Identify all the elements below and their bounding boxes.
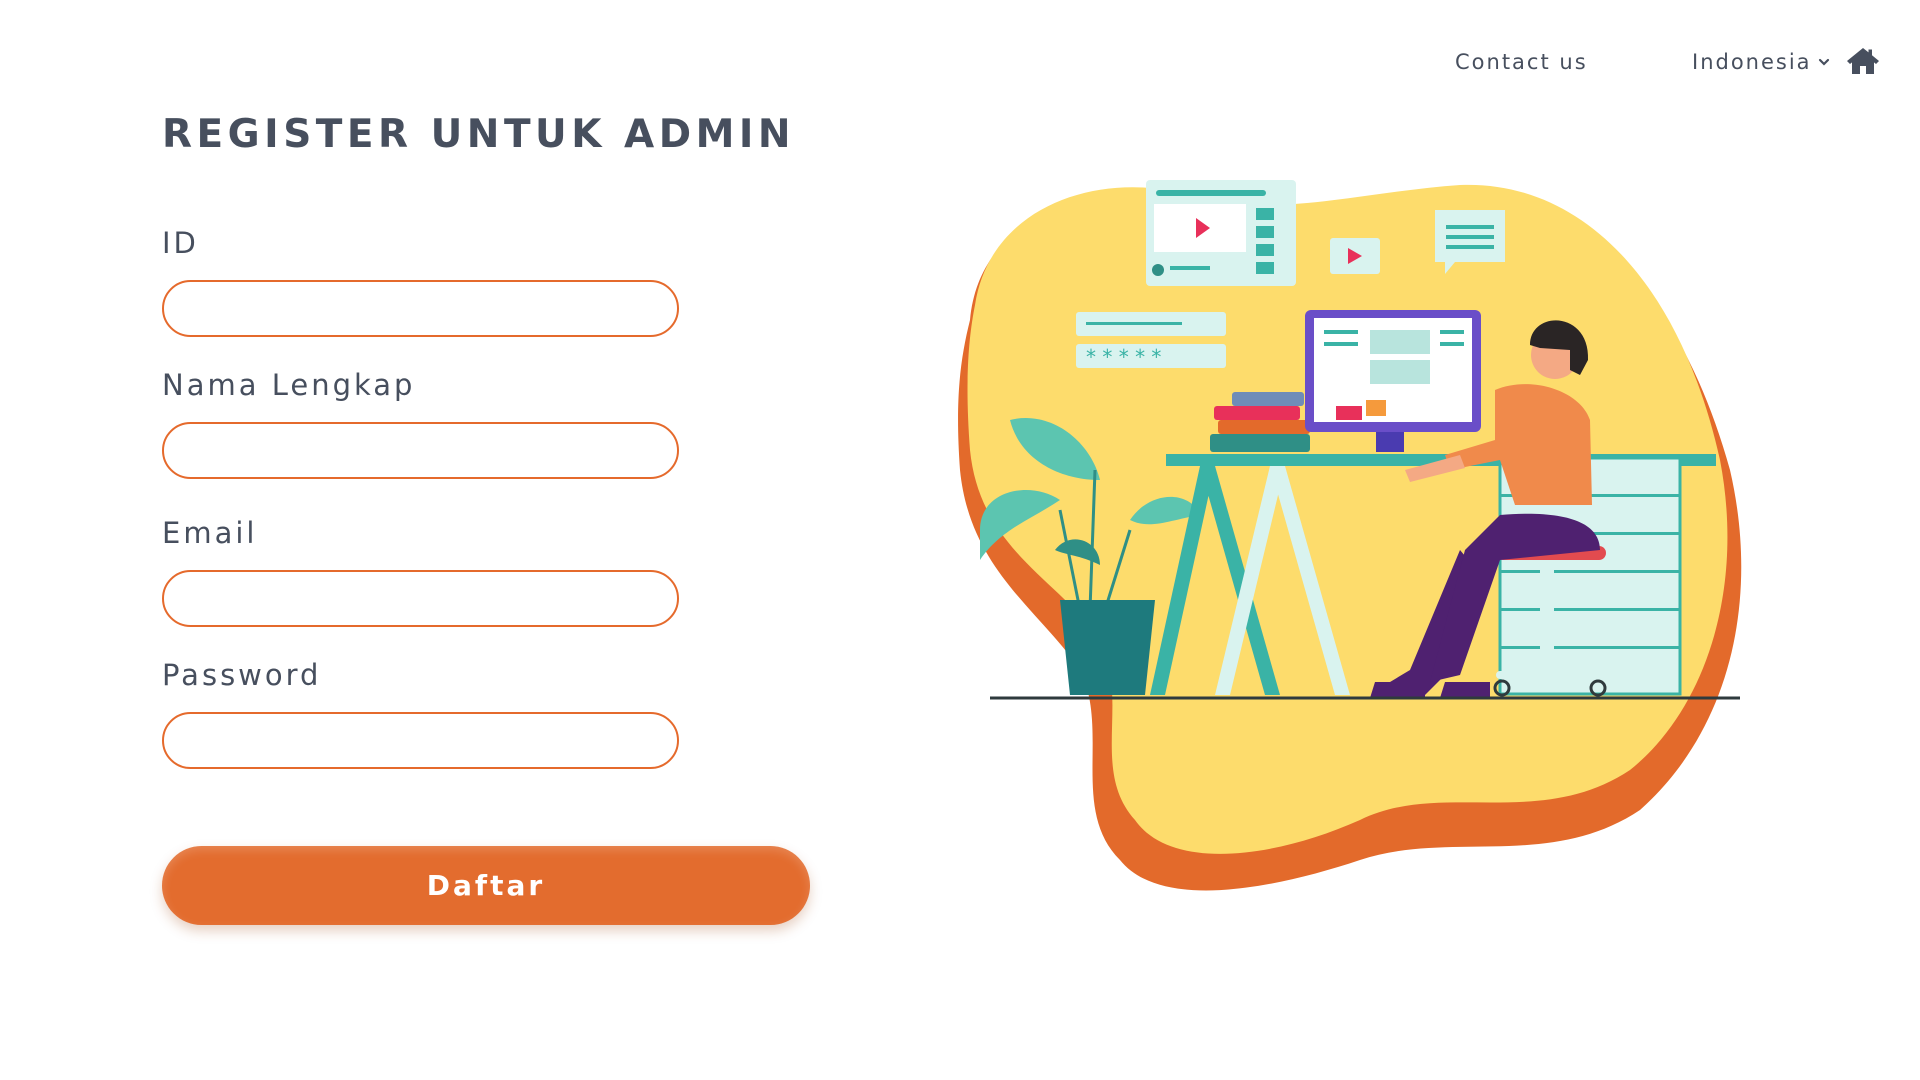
top-nav: Contact us Indonesia [0, 48, 1920, 80]
password-label: Password [162, 658, 322, 692]
register-button[interactable]: Daftar [162, 846, 810, 925]
email-label: Email [162, 516, 258, 550]
email-input[interactable] [162, 570, 679, 627]
language-label: Indonesia [1692, 50, 1812, 74]
id-label: ID [162, 226, 199, 260]
chevron-down-icon [1818, 58, 1829, 66]
page-title: REGISTER UNTUK ADMIN [162, 112, 796, 157]
language-dropdown[interactable]: Indonesia [1692, 50, 1830, 74]
full-name-label: Nama Lengkap [162, 368, 416, 402]
svg-text:* * * * *: * * * * * [1086, 345, 1161, 369]
monitor-graphic [1305, 310, 1481, 452]
full-name-input[interactable] [162, 422, 679, 479]
contact-us-link[interactable]: Contact us [1455, 50, 1588, 74]
workspace-illustration: * * * * * [958, 180, 1742, 891]
home-icon[interactable] [1846, 46, 1880, 76]
play-bubble-graphic [1330, 238, 1380, 274]
id-input[interactable] [162, 280, 679, 337]
video-window-graphic [1146, 180, 1296, 286]
password-input[interactable] [162, 712, 679, 769]
